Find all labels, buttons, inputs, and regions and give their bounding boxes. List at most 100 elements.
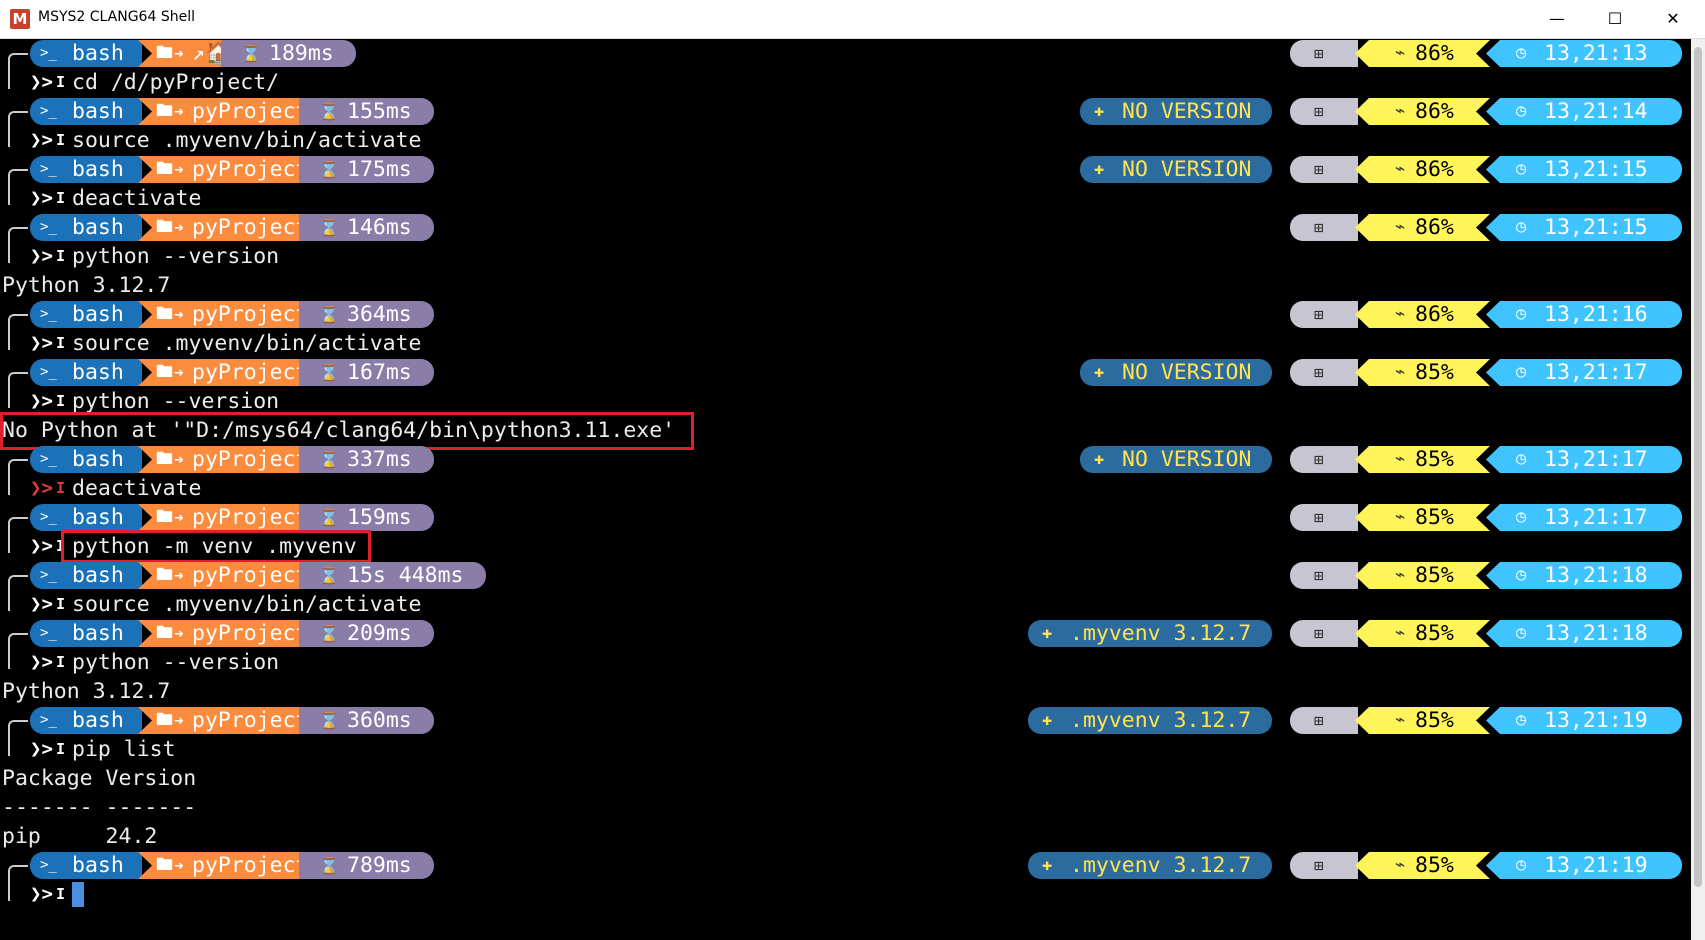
exec-time: 175ms (347, 157, 412, 182)
battery-segment: ⌁ 85% (1355, 562, 1490, 589)
time-segment: ◷ 13,21:16 (1486, 301, 1682, 328)
window-title: MSYS2 CLANG64 Shell (38, 9, 195, 25)
msys2-app-icon[interactable]: M (10, 9, 30, 29)
python-icon: ✚ (1094, 159, 1105, 179)
os-segment: ⊞ (1290, 156, 1358, 183)
hourglass-icon: ⌛ (319, 305, 339, 324)
prompt-bar: I (56, 740, 66, 758)
close-button[interactable]: ✕ (1644, 0, 1702, 38)
command-line: ❯> Isource .myvenv/bin/activate (0, 590, 1690, 619)
prompt-arrow: ❯> (30, 332, 53, 354)
path-arrow: ➜ (174, 160, 184, 179)
exec-time-segment: ⌛ 175ms (299, 156, 434, 183)
hourglass-icon: ⌛ (319, 160, 339, 179)
command-line: ❯> Ipython --version (0, 648, 1690, 677)
maximize-button[interactable]: ☐ (1586, 0, 1644, 38)
output-text: ------- ------- (2, 795, 197, 820)
prompt-arrow: ❯> (30, 187, 53, 209)
path-arrow: ➜ (174, 450, 184, 469)
python-version: .myvenv 3.12.7 (1070, 853, 1252, 878)
python-env-segment: ✚ .myvenv 3.12.7 (1028, 707, 1272, 734)
time-segment: ◷ 13,21:13 (1486, 40, 1682, 67)
command-text: pip list (72, 737, 176, 762)
terminal-area[interactable]: >_ bash 🖿 ➜ ↗🏠 ⌛ 189ms ⊞ ⌁ 86% ◷ 13,21:13 ❯> Icd /d/p… (0, 39, 1705, 940)
shell-name: bash (72, 708, 124, 733)
prompt-arrow: ❯> (30, 245, 53, 267)
exec-time: 15s 448ms (347, 563, 464, 588)
python-version: NO VERSION (1122, 360, 1252, 385)
folder-icon: 🖿 (156, 565, 173, 585)
hourglass-icon: ⌛ (319, 363, 339, 382)
prompt-bar: I (56, 247, 66, 265)
folder-icon: 🖿 (156, 43, 173, 63)
shell-name: bash (72, 302, 124, 327)
battery-level: 85% (1415, 360, 1454, 385)
windows-icon: ⊞ (1314, 711, 1324, 730)
command-text: deactivate (72, 476, 202, 501)
battery-level: 85% (1415, 505, 1454, 530)
battery-icon: ⌁ (1395, 565, 1406, 585)
command-line: ❯> Ipip list (0, 735, 1690, 764)
shell-name: bash (72, 41, 124, 66)
path-segment: 🖿 ➜ pyProject (138, 446, 313, 473)
battery-segment: ⌁ 86% (1355, 40, 1490, 67)
path-arrow: ➜ (174, 305, 184, 324)
windows-icon: ⊞ (1314, 44, 1324, 63)
python-version: NO VERSION (1122, 157, 1252, 182)
minimize-button[interactable]: — (1528, 0, 1586, 38)
shell-name: bash (72, 447, 124, 472)
path-text: pyProject (192, 853, 309, 878)
os-segment: ⊞ (1290, 707, 1358, 734)
folder-icon: 🖿 (156, 710, 173, 730)
folder-icon: 🖿 (156, 855, 173, 875)
python-env-segment: ✚ .myvenv 3.12.7 (1028, 620, 1272, 647)
highlight-box (61, 530, 371, 563)
time-segment: ◷ 13,21:15 (1486, 156, 1682, 183)
python-env-segment: ✚ NO VERSION (1080, 98, 1272, 125)
battery-level: 85% (1415, 853, 1454, 878)
vertical-scrollbar[interactable] (1691, 39, 1705, 940)
command-line: ❯> I (0, 880, 1690, 909)
path-arrow: ➜ (174, 44, 184, 63)
battery-icon: ⌁ (1395, 304, 1406, 324)
bash-icon: >_ (40, 45, 57, 61)
scrollbar-thumb[interactable] (1694, 47, 1702, 887)
battery-level: 86% (1415, 41, 1454, 66)
exec-time-segment: ⌛ 15s 448ms (299, 562, 486, 589)
python-version: .myvenv 3.12.7 (1070, 708, 1252, 733)
path-text: pyProject (192, 447, 309, 472)
bash-icon: >_ (40, 451, 57, 467)
command-text: python --version (72, 244, 280, 269)
prompt-arrow: ❯> (30, 651, 53, 673)
shell-name: bash (72, 360, 124, 385)
battery-level: 85% (1415, 621, 1454, 646)
windows-icon: ⊞ (1314, 450, 1324, 469)
prompt-arrow: ❯> (30, 593, 53, 615)
prompt-bar: I (56, 189, 66, 207)
shell-segment: >_ bash (30, 98, 142, 125)
time-segment: ◷ 13,21:19 (1486, 707, 1682, 734)
path-segment: 🖿 ➜ pyProject (138, 562, 313, 589)
battery-icon: ⌁ (1395, 159, 1406, 179)
hourglass-icon: ⌛ (319, 566, 339, 585)
clock-icon: ◷ (1516, 101, 1527, 121)
exec-time-segment: ⌛ 209ms (299, 620, 434, 647)
path-text: pyProject (192, 215, 309, 240)
bash-icon: >_ (40, 219, 57, 235)
battery-icon: ⌁ (1395, 507, 1406, 527)
path-arrow: ➜ (174, 566, 184, 585)
path-text: pyProject (192, 302, 309, 327)
time-segment: ◷ 13,21:18 (1486, 562, 1682, 589)
path-segment: 🖿 ➜ pyProject (138, 301, 313, 328)
folder-icon: 🖿 (156, 101, 173, 121)
python-version: NO VERSION (1122, 447, 1252, 472)
clock-icon: ◷ (1516, 855, 1527, 875)
hourglass-icon: ⌛ (241, 44, 261, 63)
output-text: Python 3.12.7 (2, 273, 171, 298)
prompt-arrow: ❯> (30, 477, 53, 499)
battery-segment: ⌁ 86% (1355, 214, 1490, 241)
time-value: 13,21:19 (1544, 708, 1648, 733)
prompt-bar: I (56, 334, 66, 352)
exec-time: 167ms (347, 360, 412, 385)
shell-name: bash (72, 505, 124, 530)
